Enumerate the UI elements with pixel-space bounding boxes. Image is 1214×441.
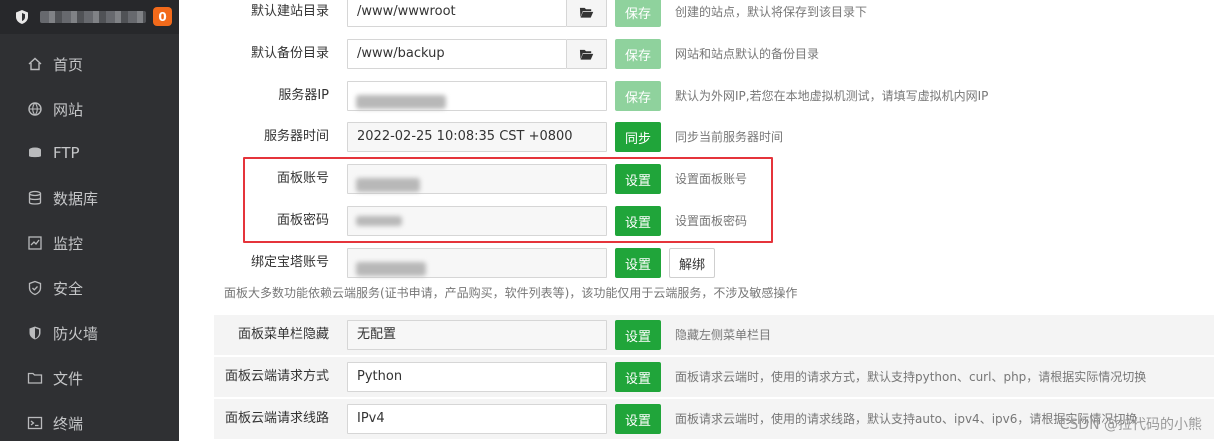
site-dir-label: 默认建站目录 (250, 4, 329, 19)
sidebar-item-files[interactable]: 文件 (0, 358, 179, 398)
backup-dir-hint: 网站和站点默认的备份目录 (675, 47, 820, 61)
site-dir-save-button[interactable]: 保存 (615, 0, 661, 27)
sidebar-item-label: 防火墙 (53, 324, 99, 343)
backup-dir-label: 默认备份目录 (250, 46, 329, 61)
row-server-time: 服务器时间 2022-02-25 10:08:35 CST +0800 同步 同… (179, 117, 1214, 157)
server-time-hint: 同步当前服务器时间 (675, 130, 784, 144)
sidebar-item-label: 终端 (53, 414, 84, 433)
globe-icon (26, 101, 43, 118)
monitor-icon (26, 235, 43, 252)
row-request-method: 面板云端请求方式 Python 设置 面板请求云端时，使用的请求方式，默认支持p… (214, 357, 1214, 397)
backup-dir-save-button[interactable]: 保存 (615, 39, 661, 69)
highlight-annotation-box (243, 157, 773, 243)
folder-icon (26, 370, 43, 387)
sidebar-item-label: FTP (53, 144, 80, 162)
row-bt-account: 绑定宝塔账号 设置 解绑 (179, 243, 1214, 283)
server-ip-label: 服务器IP (278, 88, 329, 103)
unbind-bt-account-button[interactable]: 解绑 (669, 248, 715, 278)
sidebar-item-label: 文件 (53, 369, 84, 388)
app-root: 0 首页 网站 FTP 数据库 监控 安全 防火墙 文件 终端 默认建站目录 /… (0, 0, 1214, 441)
cloud-service-note: 面板大多数功能依赖云端服务(证书申请，产品购买，软件列表等)，该功能仅用于云端服… (224, 286, 798, 300)
sidebar-item-terminal[interactable]: 终端 (0, 403, 179, 441)
sidebar-item-website[interactable]: 网站 (0, 89, 179, 129)
folder-open-icon (579, 49, 594, 60)
row-backup-dir: 默认备份目录 /www/backup 保存 网站和站点默认的备份目录 (179, 34, 1214, 74)
sidebar-item-firewall[interactable]: 防火墙 (0, 313, 179, 353)
sidebar-item-label: 监控 (53, 234, 84, 253)
ftp-icon (26, 145, 43, 162)
set-request-method-button[interactable]: 设置 (615, 362, 661, 392)
server-ip-hint: 默认为外网IP,若您在本地虚拟机测试，请填写虚拟机内网IP (675, 89, 989, 103)
sidebar-item-database[interactable]: 数据库 (0, 178, 179, 218)
terminal-icon (26, 415, 43, 432)
server-time-label: 服务器时间 (263, 129, 329, 144)
folder-open-icon (579, 7, 594, 18)
redacted-value (356, 262, 426, 276)
site-dir-hint: 创建的站点，默认将保存到该目录下 (675, 5, 868, 19)
sidebar-brand[interactable]: 0 (0, 0, 179, 34)
request-method-select[interactable]: Python (347, 362, 607, 392)
row-server-ip: 服务器IP 保存 默认为外网IP,若您在本地虚拟机测试，请填写虚拟机内网IP (179, 76, 1214, 116)
request-method-hint: 面板请求云端时，使用的请求方式，默认支持python、curl、php，请根据实… (675, 370, 1147, 384)
set-request-line-button[interactable]: 设置 (615, 404, 661, 434)
bt-account-label: 绑定宝塔账号 (250, 255, 329, 270)
sidebar-item-label: 首页 (53, 55, 84, 74)
firewall-icon (26, 325, 43, 342)
server-time-input[interactable]: 2022-02-25 10:08:35 CST +0800 (347, 122, 607, 152)
set-menu-hide-button[interactable]: 设置 (615, 320, 661, 350)
sidebar-item-ftp[interactable]: FTP (0, 133, 179, 173)
sidebar-item-label: 网站 (53, 100, 84, 119)
request-line-label: 面板云端请求线路 (224, 411, 329, 426)
request-line-select[interactable]: IPv4 (347, 404, 607, 434)
row-site-dir: 默认建站目录 /www/wwwroot 保存 创建的站点，默认将保存到该目录下 (179, 0, 1214, 32)
menu-hide-hint: 隐藏左侧菜单栏目 (675, 328, 772, 342)
sidebar-item-monitor[interactable]: 监控 (0, 223, 179, 263)
backup-dir-folder-button[interactable] (567, 39, 607, 69)
bt-account-input[interactable] (347, 248, 607, 278)
site-dir-input[interactable]: /www/wwwroot (347, 0, 567, 27)
server-ip-save-button[interactable]: 保存 (615, 81, 661, 111)
home-icon (26, 56, 43, 73)
server-ip-input[interactable] (347, 81, 607, 111)
sidebar-item-security[interactable]: 安全 (0, 268, 179, 308)
request-method-label: 面板云端请求方式 (224, 369, 329, 384)
menu-hide-label: 面板菜单栏隐藏 (237, 327, 329, 342)
shield-check-icon (26, 280, 43, 297)
site-dir-folder-button[interactable] (567, 0, 607, 27)
brand-name-redacted (40, 11, 146, 23)
backup-dir-input[interactable]: /www/backup (347, 39, 567, 69)
watermark: CSDN @拉代码的小熊 (1059, 417, 1202, 433)
menu-hide-input[interactable]: 无配置 (347, 320, 607, 350)
sidebar-item-home[interactable]: 首页 (0, 44, 179, 84)
sidebar-item-label: 数据库 (53, 189, 99, 208)
notification-badge[interactable]: 0 (153, 7, 172, 26)
sync-time-button[interactable]: 同步 (615, 122, 661, 152)
sidebar-item-label: 安全 (53, 279, 84, 298)
row-menu-hide: 面板菜单栏隐藏 无配置 设置 隐藏左侧菜单栏目 (214, 315, 1214, 355)
redacted-value (356, 95, 446, 109)
database-icon (26, 190, 43, 207)
panel-logo-icon (14, 9, 30, 25)
sidebar: 0 首页 网站 FTP 数据库 监控 安全 防火墙 文件 终端 (0, 0, 179, 441)
set-bt-account-button[interactable]: 设置 (615, 248, 661, 278)
